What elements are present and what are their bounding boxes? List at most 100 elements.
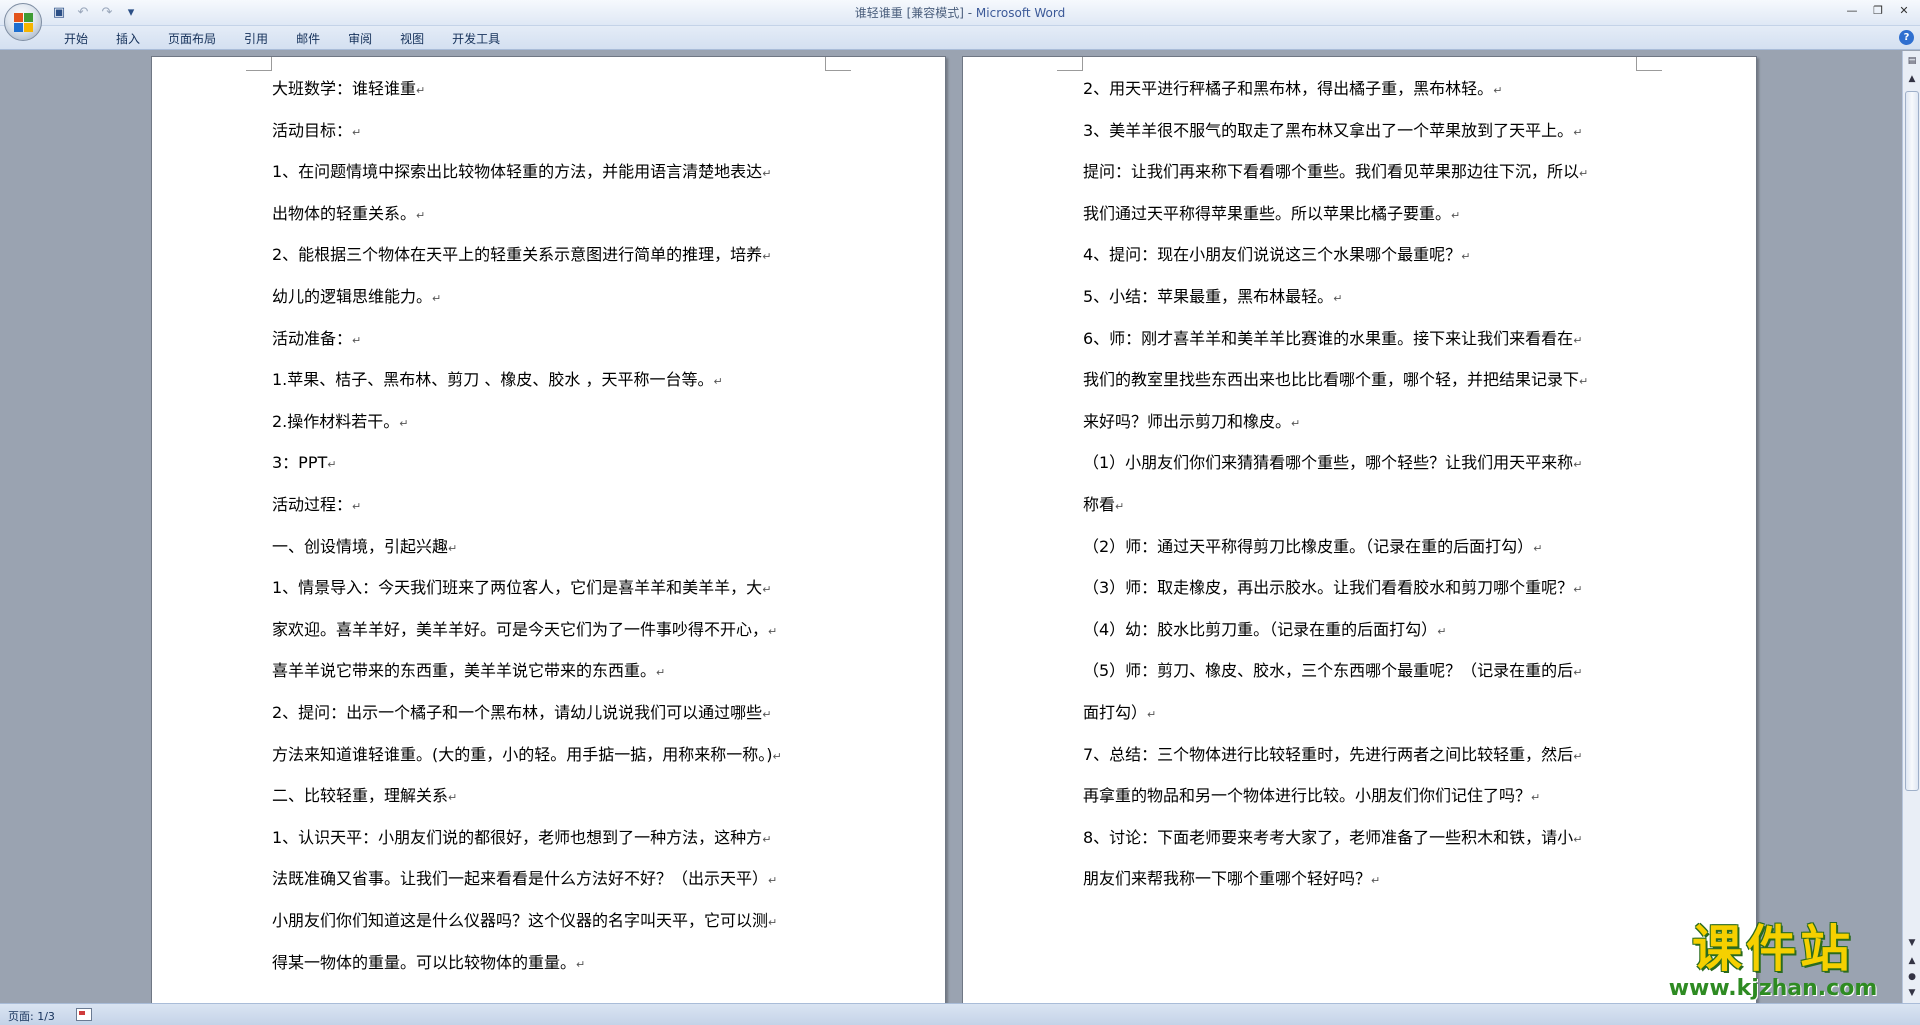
text-line: 2、能根据三个物体在天平上的轻重关系示意图进行简单的推理，培养↵ bbox=[272, 234, 832, 278]
text-line: 大班数学：谁轻谁重↵ bbox=[272, 68, 832, 112]
scroll-down-icon[interactable]: ▼ bbox=[1904, 935, 1920, 951]
text-line: 活动过程：↵ bbox=[272, 484, 832, 528]
paragraph-mark-icon: ↵ bbox=[1573, 749, 1583, 763]
page-right[interactable]: 2、用天平进行秤橘子和黑布林，得出橘子重，黑布林轻。↵ 3、美羊羊很不服气的取走了… bbox=[962, 56, 1757, 1003]
text-line: 幼儿的逻辑思维能力。↵ bbox=[272, 276, 832, 320]
text-line: 朋友们来帮我称一下哪个重哪个轻好吗？↵ bbox=[1083, 858, 1643, 902]
paragraph-mark-icon: ↵ bbox=[1573, 333, 1583, 347]
minimize-icon[interactable]: — bbox=[1840, 2, 1864, 20]
tab-5[interactable]: 审阅 bbox=[334, 30, 386, 48]
paragraph-mark-icon: ↵ bbox=[656, 666, 666, 680]
tab-2[interactable]: 页面布局 bbox=[154, 30, 230, 48]
text-line-content: 2、能根据三个物体在天平上的轻重关系示意图进行简单的推理，培养 bbox=[272, 245, 763, 265]
ruler-toggle-icon[interactable]: ▤ bbox=[1904, 53, 1920, 69]
text-line: 3、美羊羊很不服气的取走了黑布林又拿出了一个苹果放到了天平上。↵ bbox=[1083, 110, 1643, 154]
previous-page-icon[interactable]: ▲ bbox=[1904, 953, 1920, 969]
paragraph-mark-icon: ↵ bbox=[762, 708, 772, 721]
crop-mark bbox=[246, 57, 272, 71]
scroll-up-icon[interactable]: ▲ bbox=[1904, 71, 1920, 87]
page-left[interactable]: 大班数学：谁轻谁重↵ 活动目标：↵ 1、在问题情境中探索出比较物体轻重的方法，并能用… bbox=[151, 56, 946, 1003]
paragraph-mark-icon: ↵ bbox=[399, 416, 409, 430]
paragraph-mark-icon: ↵ bbox=[768, 624, 778, 638]
text-line-content: （1）小朋友们你们来猜猜看哪个重些，哪个轻些？让我们用天平来称 bbox=[1083, 453, 1574, 473]
text-line: 方法来知道谁轻谁重。(大的重，小的轻。用手掂一掂，用称来称一称。)↵ bbox=[272, 734, 832, 778]
paragraph-mark-icon: ↵ bbox=[1573, 583, 1583, 597]
crop-mark bbox=[1057, 57, 1083, 71]
text-line-content: 我们的教室里找些东西出来也比比看哪个重，哪个轻，并把结果记录下 bbox=[1083, 370, 1580, 390]
paragraph-mark-icon: ↵ bbox=[1573, 666, 1583, 680]
text-line-content: 面打勾） bbox=[1083, 703, 1148, 722]
text-line-content: 1、在问题情境中探索出比较物体轻重的方法，并能用语言清楚地表达 bbox=[272, 162, 763, 182]
paragraph-mark-icon: ↵ bbox=[1437, 624, 1447, 638]
scroll-thumb[interactable] bbox=[1905, 91, 1919, 791]
text-line: 活动目标：↵ bbox=[272, 110, 832, 154]
text-line: 3：PPT↵ bbox=[272, 442, 832, 486]
tab-0[interactable]: 开始 bbox=[50, 30, 102, 48]
paragraph-mark-icon: ↵ bbox=[1573, 125, 1583, 139]
text-line-content: 3、美羊羊很不服气的取走了黑布林又拿出了一个苹果放到了天平上。 bbox=[1083, 120, 1574, 140]
text-line-content: 称看 bbox=[1083, 495, 1116, 514]
text-line: 来好吗？师出示剪刀和橡皮。↵ bbox=[1083, 401, 1643, 445]
paragraph-mark-icon: ↵ bbox=[1333, 292, 1343, 305]
text-line: 小朋友们你们知道这是什么仪器吗？这个仪器的名字叫天平，它可以测↵ bbox=[272, 900, 832, 944]
paragraph-mark-icon: ↵ bbox=[772, 749, 782, 763]
paragraph-mark-icon: ↵ bbox=[416, 208, 426, 222]
office-logo-icon bbox=[14, 13, 33, 32]
text-line: 2、提问：出示一个橘子和一个黑布林，请幼儿说说我们可以通过哪些↵ bbox=[272, 692, 832, 736]
paragraph-mark-icon: ↵ bbox=[768, 874, 778, 888]
paragraph-mark-icon: ↵ bbox=[1533, 541, 1543, 555]
paragraph-mark-icon: ↵ bbox=[1461, 250, 1471, 264]
paragraph-mark-icon: ↵ bbox=[448, 541, 458, 555]
paragraph-mark-icon: ↵ bbox=[1291, 416, 1301, 430]
text-line: 提问：让我们再来称下看看哪个重些。我们看见苹果那边往下沉，所以↵ bbox=[1083, 151, 1643, 195]
office-button[interactable] bbox=[4, 3, 42, 41]
window-title: 谁轻谁重 [兼容模式] - Microsoft Word bbox=[0, 4, 1920, 21]
text-line: 喜羊羊说它带来的东西重，美羊羊说它带来的东西重。↵ bbox=[272, 650, 832, 694]
text-line-content: 1、认识天平：小朋友们说的都很好，老师也想到了一种方法，这种方 bbox=[272, 827, 763, 847]
tab-3[interactable]: 引用 bbox=[230, 30, 282, 48]
close-icon[interactable]: ✕ bbox=[1892, 2, 1916, 20]
tab-7[interactable]: 开发工具 bbox=[438, 30, 514, 48]
tab-6[interactable]: 视图 bbox=[386, 30, 438, 48]
text-line-content: （5）师：剪刀、橡皮、胶水，三个东西哪个最重呢？（记录在重的后 bbox=[1083, 661, 1574, 681]
paragraph-mark-icon: ↵ bbox=[1573, 832, 1583, 846]
text-line: 1.苹果、桔子、黑布林、剪刀 、橡皮、胶水 ，天平称一台等。↵ bbox=[272, 359, 832, 403]
proofing-icon[interactable] bbox=[76, 1008, 92, 1021]
restore-icon[interactable]: ❐ bbox=[1866, 2, 1890, 20]
paragraph-mark-icon: ↵ bbox=[1579, 167, 1589, 181]
text-line: 面打勾）↵ bbox=[1083, 692, 1643, 736]
text-line-content: 2、提问：出示一个橘子和一个黑布林，请幼儿说说我们可以通过哪些 bbox=[272, 703, 763, 722]
text-line-content: 活动目标： bbox=[272, 120, 353, 140]
paragraph-mark-icon: ↵ bbox=[1147, 708, 1157, 721]
text-line-content: 喜羊羊说它带来的东西重，美羊羊说它带来的东西重。 bbox=[272, 661, 657, 681]
tab-1[interactable]: 插入 bbox=[102, 30, 154, 48]
text-line-content: 1、情景导入：今天我们班来了两位客人，它们是喜羊羊和美羊羊，大 bbox=[272, 578, 763, 598]
text-line: 1、认识天平：小朋友们说的都很好，老师也想到了一种方法，这种方↵ bbox=[272, 817, 832, 861]
page-count[interactable]: 页面: 1/3 bbox=[8, 1008, 55, 1024]
document-area[interactable]: 大班数学：谁轻谁重↵ 活动目标：↵ 1、在问题情境中探索出比较物体轻重的方法，并能用… bbox=[0, 51, 1902, 1003]
window-controls: — ❐ ✕ bbox=[1840, 2, 1916, 20]
text-line: 家欢迎。喜羊羊好，美羊羊好。可是今天它们为了一件事吵得不开心，↵ bbox=[272, 609, 832, 653]
text-line: （3）师：取走橡皮，再出示胶水。让我们看看胶水和剪刀哪个重呢？↵ bbox=[1083, 567, 1643, 611]
text-line-content: 家欢迎。喜羊羊好，美羊羊好。可是今天它们为了一件事吵得不开心， bbox=[272, 619, 769, 639]
help-icon[interactable]: ? bbox=[1899, 30, 1914, 45]
text-line: 4、提问：现在小朋友们说说这三个水果哪个最重呢？↵ bbox=[1083, 234, 1643, 278]
select-browse-object-icon[interactable]: ● bbox=[1904, 969, 1920, 985]
text-line-content: 得某一物体的重量。可以比较物体的重量。 bbox=[272, 952, 577, 972]
paragraph-mark-icon: ↵ bbox=[432, 292, 442, 305]
text-line-content: 6、师：刚才喜羊羊和美羊羊比赛谁的水果重。接下来让我们来看看在 bbox=[1083, 328, 1574, 348]
text-line: 出物体的轻重关系。↵ bbox=[272, 193, 832, 237]
next-page-icon[interactable]: ▼ bbox=[1904, 985, 1920, 1001]
text-line-content: 二、比较轻重，理解关系 bbox=[272, 786, 449, 806]
watermark-logo: 课件站 www.kjzhan.com bbox=[1648, 921, 1898, 1003]
text-line: 称看↵ bbox=[1083, 484, 1643, 528]
text-line: 1、在问题情境中探索出比较物体轻重的方法，并能用语言清楚地表达↵ bbox=[272, 151, 832, 195]
vertical-scrollbar[interactable]: ▤ ▲ ▼ ▲ ● ▼ bbox=[1902, 51, 1920, 1003]
paragraph-mark-icon: ↵ bbox=[768, 916, 778, 929]
text-line-content: （4）幼：胶水比剪刀重。（记录在重的后面打勾） bbox=[1083, 619, 1438, 639]
text-line: 得某一物体的重量。可以比较物体的重量。↵ bbox=[272, 942, 832, 986]
paragraph-mark-icon: ↵ bbox=[762, 167, 772, 181]
ribbon-tabs: 开始 插入 页面布局 引用 邮件 审阅 视图 开发工具 bbox=[50, 30, 514, 48]
text-line: 我们通过天平称得苹果重些。所以苹果比橘子要重。↵ bbox=[1083, 193, 1643, 237]
tab-4[interactable]: 邮件 bbox=[282, 30, 334, 48]
